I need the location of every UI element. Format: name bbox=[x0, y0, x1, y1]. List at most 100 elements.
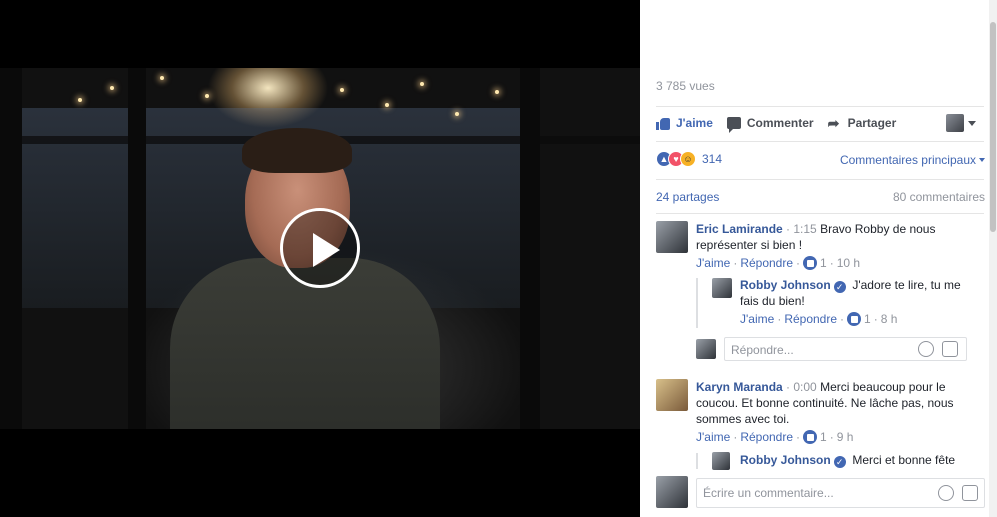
comment-body: Eric Lamirande · 1:15 Bravo Robby de nou… bbox=[696, 221, 956, 271]
emoji-icon[interactable] bbox=[938, 485, 954, 501]
like-button[interactable]: J'aime bbox=[656, 116, 713, 130]
reply-text-line: Merci et bonne fête bbox=[852, 453, 956, 467]
person-hair bbox=[242, 128, 352, 173]
reply-input-box[interactable] bbox=[724, 337, 967, 361]
divider bbox=[656, 106, 984, 107]
action-bar: J'aime Commenter ➦ Partager bbox=[656, 113, 984, 133]
comment-reply-link[interactable]: Répondre bbox=[740, 255, 793, 271]
light-bulb bbox=[205, 94, 209, 98]
reply-like-count[interactable]: 1 bbox=[864, 311, 871, 327]
chevron-down-icon bbox=[979, 158, 985, 162]
comment-text: Karyn Maranda · 0:00 Merci beaucoup pour… bbox=[696, 379, 966, 427]
separator: · bbox=[840, 312, 845, 326]
window-frame-middle bbox=[128, 68, 146, 429]
reply-reply-link[interactable]: Répondre bbox=[784, 311, 837, 327]
reaction-count: 314 bbox=[702, 152, 723, 166]
post-as-selector[interactable] bbox=[946, 114, 976, 132]
reply-like-link[interactable]: J'aime bbox=[740, 311, 774, 327]
separator: · bbox=[777, 312, 782, 326]
comment-like-link[interactable]: J'aime bbox=[696, 429, 730, 445]
comment-text-line: sommes avec toi. bbox=[696, 412, 790, 426]
comment-like-count[interactable]: 1 bbox=[820, 429, 827, 445]
view-count: 3 785 vues bbox=[656, 79, 715, 93]
light-bulb bbox=[420, 82, 424, 86]
avatar bbox=[656, 476, 688, 508]
comment-text: Eric Lamirande · 1:15 Bravo Robby de nou… bbox=[696, 221, 956, 253]
light-bulb bbox=[455, 112, 459, 116]
light-bulb bbox=[110, 86, 114, 90]
comment-sort-label: Commentaires principaux bbox=[839, 153, 976, 167]
reply-author[interactable]: Robby Johnson bbox=[740, 278, 831, 292]
comment-like-link[interactable]: J'aime bbox=[696, 255, 730, 271]
comment-author[interactable]: Eric Lamirande bbox=[696, 222, 783, 236]
video-timestamp[interactable]: · 0:00 bbox=[786, 380, 817, 394]
chevron-down-icon bbox=[968, 120, 976, 126]
thumbs-up-icon bbox=[656, 117, 670, 130]
reply-thread-line bbox=[696, 453, 698, 469]
comment-text-line: représenter si bien ! bbox=[696, 238, 803, 252]
light-bulb bbox=[340, 88, 344, 92]
video-player[interactable] bbox=[0, 0, 640, 517]
comment-body: Karyn Maranda · 0:00 Merci beaucoup pour… bbox=[696, 379, 966, 445]
reply-input[interactable] bbox=[731, 343, 901, 357]
comment-reply-link[interactable]: Répondre bbox=[740, 429, 793, 445]
comment-meta: J'aime · Répondre · 1 · 10 h bbox=[696, 255, 956, 271]
sticker-icon[interactable] bbox=[962, 485, 978, 501]
comment-icon bbox=[726, 117, 741, 133]
like-count-icon bbox=[803, 430, 818, 444]
shares-link[interactable]: 24 partages bbox=[656, 190, 719, 204]
avatar[interactable] bbox=[712, 278, 732, 298]
avatar[interactable] bbox=[656, 379, 688, 411]
comment-text-line: Bravo Robby de nous bbox=[820, 222, 936, 236]
divider bbox=[656, 179, 984, 180]
verified-badge-icon: ✓ bbox=[833, 281, 846, 293]
avatar bbox=[696, 339, 716, 359]
video-timestamp[interactable]: · 1:15 bbox=[786, 222, 817, 236]
emoji-icon[interactable] bbox=[918, 341, 934, 357]
play-icon bbox=[313, 233, 340, 267]
reply-age[interactable]: 8 h bbox=[881, 311, 898, 327]
reply-text: Robby Johnson ✓ J'adore te lire, tu me fa… bbox=[740, 277, 990, 309]
comment-sort-dropdown[interactable]: Commentaires principaux bbox=[840, 153, 985, 167]
comment-button-label: Commenter bbox=[746, 116, 814, 130]
comment-button[interactable]: Commenter bbox=[726, 116, 814, 133]
light-bulb bbox=[495, 90, 499, 94]
like-button-label: J'aime bbox=[676, 116, 713, 130]
reply-text-line: J'adore te lire, tu me bbox=[852, 278, 961, 292]
comment-age[interactable]: 9 h bbox=[837, 429, 854, 445]
like-count-icon bbox=[803, 256, 818, 270]
light-bulb bbox=[78, 98, 82, 102]
window-frame-right bbox=[520, 68, 540, 429]
haha-reaction-icon: ☺ bbox=[680, 151, 696, 167]
comment-author[interactable]: Karyn Maranda bbox=[696, 380, 783, 394]
play-button[interactable] bbox=[280, 208, 360, 288]
comment-input-box[interactable] bbox=[696, 478, 985, 508]
reply-body: Robby Johnson ✓ J'adore te lire, tu me fa… bbox=[740, 277, 990, 327]
avatar bbox=[946, 114, 964, 132]
sticker-icon[interactable] bbox=[942, 341, 958, 357]
comment-text-line: Merci beaucoup pour le bbox=[820, 380, 946, 394]
comment-meta: J'aime · Répondre · 1 · 9 h bbox=[696, 429, 966, 445]
share-icon: ➦ bbox=[827, 115, 840, 131]
like-count-icon bbox=[847, 312, 862, 326]
scrollbar-thumb[interactable] bbox=[990, 22, 996, 232]
separator: · bbox=[796, 256, 801, 270]
separator: · bbox=[829, 430, 834, 444]
comment-age[interactable]: 10 h bbox=[837, 255, 860, 271]
window-frame-left bbox=[0, 68, 22, 429]
share-button[interactable]: ➦ Partager bbox=[828, 116, 897, 130]
separator: · bbox=[796, 430, 801, 444]
separator: · bbox=[829, 256, 834, 270]
avatar[interactable] bbox=[712, 452, 730, 470]
scrollbar[interactable] bbox=[989, 0, 997, 517]
comment-input[interactable] bbox=[703, 486, 873, 500]
separator: · bbox=[733, 430, 738, 444]
separator: · bbox=[873, 312, 878, 326]
share-button-label: Partager bbox=[847, 116, 897, 130]
reactions-summary[interactable]: ▲ ♥ ☺ 314 bbox=[656, 151, 722, 167]
avatar[interactable] bbox=[656, 221, 688, 253]
reply-author[interactable]: Robby Johnson bbox=[740, 453, 831, 467]
reply-body: Robby Johnson ✓ Merci et bonne fête bbox=[740, 452, 990, 468]
side-panel: 3 785 vues J'aime Commenter ➦ Partager ▲… bbox=[640, 0, 997, 517]
comment-like-count[interactable]: 1 bbox=[820, 255, 827, 271]
